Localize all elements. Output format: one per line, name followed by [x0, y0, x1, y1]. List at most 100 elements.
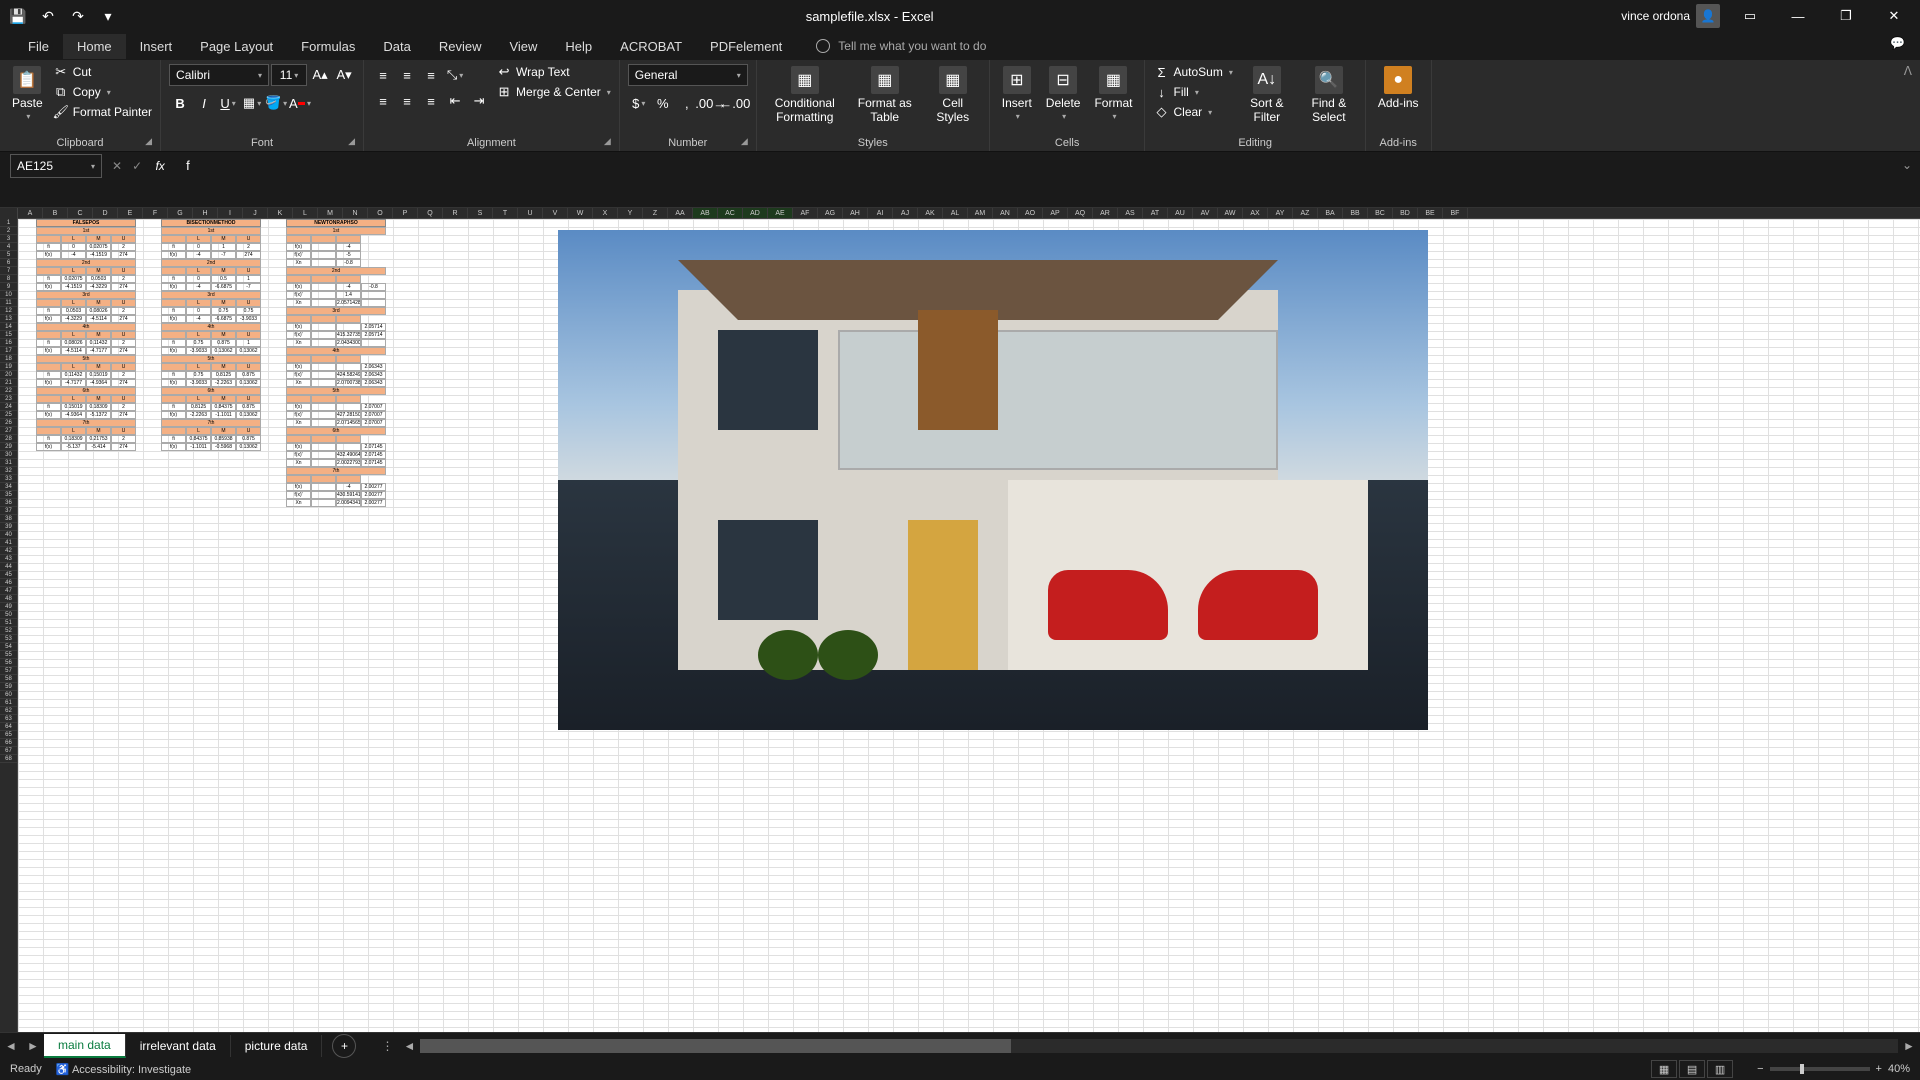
row-header[interactable]: 45 [0, 571, 17, 579]
comments-icon[interactable]: 💬 [1890, 36, 1910, 56]
col-header-BC[interactable]: BC [1368, 208, 1393, 218]
col-header-BE[interactable]: BE [1418, 208, 1443, 218]
row-header[interactable]: 7 [0, 267, 17, 275]
col-header-T[interactable]: T [493, 208, 518, 218]
col-header-X[interactable]: X [593, 208, 618, 218]
row-header[interactable]: 62 [0, 707, 17, 715]
row-header[interactable]: 1 [0, 219, 17, 227]
col-header-BD[interactable]: BD [1393, 208, 1418, 218]
row-header[interactable]: 28 [0, 435, 17, 443]
name-box[interactable]: AE125▾ [10, 154, 102, 178]
align-center-icon[interactable]: ≡ [396, 90, 418, 112]
col-header-J[interactable]: J [243, 208, 268, 218]
tab-acrobat[interactable]: ACROBAT [606, 34, 696, 59]
col-header-AB[interactable]: AB [693, 208, 718, 218]
conditional-formatting-button[interactable]: ▦Conditional Formatting [765, 64, 845, 126]
sheet-tab-main-data[interactable]: main data [44, 1034, 126, 1058]
italic-button[interactable]: I [193, 92, 215, 114]
col-header-AP[interactable]: AP [1043, 208, 1068, 218]
row-header[interactable]: 56 [0, 659, 17, 667]
col-header-H[interactable]: H [193, 208, 218, 218]
tab-file[interactable]: File [14, 34, 63, 59]
row-header[interactable]: 5 [0, 251, 17, 259]
row-header[interactable]: 32 [0, 467, 17, 475]
col-header-N[interactable]: N [343, 208, 368, 218]
col-header-AT[interactable]: AT [1143, 208, 1168, 218]
cancel-formula-icon[interactable]: ✕ [112, 159, 122, 173]
cell-styles-button[interactable]: ▦Cell Styles [925, 64, 981, 126]
row-header[interactable]: 19 [0, 363, 17, 371]
row-header[interactable]: 63 [0, 715, 17, 723]
col-header-AI[interactable]: AI [868, 208, 893, 218]
format-as-table-button[interactable]: ▦Format as Table [851, 64, 919, 126]
col-header-AM[interactable]: AM [968, 208, 993, 218]
row-header[interactable]: 22 [0, 387, 17, 395]
row-header[interactable]: 49 [0, 603, 17, 611]
col-header-V[interactable]: V [543, 208, 568, 218]
col-header-AV[interactable]: AV [1193, 208, 1218, 218]
row-header[interactable]: 34 [0, 483, 17, 491]
decrease-indent-icon[interactable]: ⇤ [444, 90, 466, 112]
row-header[interactable]: 14 [0, 323, 17, 331]
col-header-AQ[interactable]: AQ [1068, 208, 1093, 218]
row-header[interactable]: 29 [0, 443, 17, 451]
row-header[interactable]: 23 [0, 395, 17, 403]
row-header[interactable]: 8 [0, 275, 17, 283]
row-header[interactable]: 47 [0, 587, 17, 595]
col-header-AA[interactable]: AA [668, 208, 693, 218]
align-bottom-icon[interactable]: ≡ [420, 64, 442, 86]
bold-button[interactable]: B [169, 92, 191, 114]
row-header[interactable]: 33 [0, 475, 17, 483]
col-header-R[interactable]: R [443, 208, 468, 218]
expand-formula-bar-icon[interactable]: ⌄ [1894, 156, 1920, 174]
sheet-nav-next-icon[interactable]: ► [22, 1039, 44, 1053]
row-header[interactable]: 59 [0, 683, 17, 691]
col-header-AY[interactable]: AY [1268, 208, 1293, 218]
embedded-house-image[interactable] [558, 230, 1428, 730]
col-header-AW[interactable]: AW [1218, 208, 1243, 218]
col-header-Y[interactable]: Y [618, 208, 643, 218]
col-header-Q[interactable]: Q [418, 208, 443, 218]
normal-view-icon[interactable]: ▦ [1651, 1060, 1677, 1078]
row-header[interactable]: 65 [0, 731, 17, 739]
align-left-icon[interactable]: ≡ [372, 90, 394, 112]
col-header-O[interactable]: O [368, 208, 393, 218]
paste-button[interactable]: 📋 Paste ▾ [8, 64, 47, 123]
col-header-B[interactable]: B [43, 208, 68, 218]
row-header[interactable]: 24 [0, 403, 17, 411]
fill-color-button[interactable]: 🪣▾ [265, 92, 287, 114]
row-header[interactable]: 68 [0, 755, 17, 763]
col-header-AK[interactable]: AK [918, 208, 943, 218]
row-header[interactable]: 3 [0, 235, 17, 243]
row-header[interactable]: 17 [0, 347, 17, 355]
save-icon[interactable]: 💾 [8, 6, 28, 26]
col-header-AN[interactable]: AN [993, 208, 1018, 218]
row-header[interactable]: 36 [0, 499, 17, 507]
increase-indent-icon[interactable]: ⇥ [468, 90, 490, 112]
row-header[interactable]: 55 [0, 651, 17, 659]
col-header-L[interactable]: L [293, 208, 318, 218]
col-header-AR[interactable]: AR [1093, 208, 1118, 218]
row-header[interactable]: 35 [0, 491, 17, 499]
col-header-AH[interactable]: AH [843, 208, 868, 218]
zoom-level[interactable]: 40% [1888, 1063, 1910, 1075]
increase-font-icon[interactable]: A▴ [309, 64, 331, 86]
row-header[interactable]: 64 [0, 723, 17, 731]
copy-button[interactable]: ⧉Copy▾ [53, 84, 152, 100]
tab-data[interactable]: Data [369, 34, 424, 59]
minimize-icon[interactable]: — [1780, 2, 1816, 30]
alignment-launcher-icon[interactable]: ◢ [604, 136, 611, 147]
row-header[interactable]: 30 [0, 451, 17, 459]
col-header-AE[interactable]: AE [768, 208, 793, 218]
tab-formulas[interactable]: Formulas [287, 34, 369, 59]
col-header-AX[interactable]: AX [1243, 208, 1268, 218]
col-header-AL[interactable]: AL [943, 208, 968, 218]
tab-pdfelement[interactable]: PDFelement [696, 34, 796, 59]
qat-customize-icon[interactable]: ▾ [98, 6, 118, 26]
clipboard-launcher-icon[interactable]: ◢ [145, 136, 152, 147]
close-icon[interactable]: ✕ [1876, 2, 1912, 30]
decrease-font-icon[interactable]: A▾ [333, 64, 355, 86]
row-header[interactable]: 20 [0, 371, 17, 379]
row-header[interactable]: 9 [0, 283, 17, 291]
percent-icon[interactable]: % [652, 92, 674, 114]
